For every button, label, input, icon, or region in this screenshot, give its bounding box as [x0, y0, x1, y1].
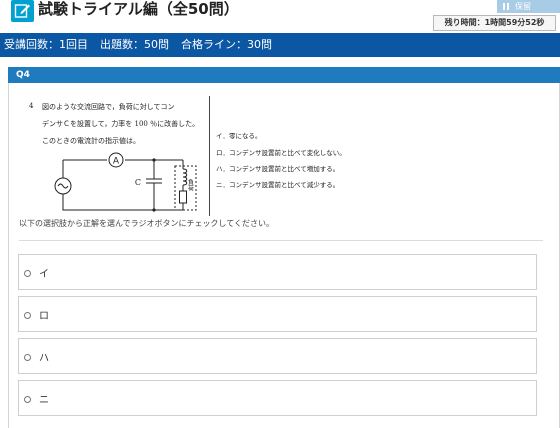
- stem-line-1: 図のような交流回路で，負荷に対してコン: [42, 103, 175, 111]
- figure-choice-c: ハ．コンデンサ設置前と比べて増加する。: [216, 165, 340, 173]
- question-count: 出題数：50問: [100, 38, 169, 51]
- edit-icon: [11, 0, 34, 22]
- figure-choice-b: ロ．コンデンサ設置前と比べて変化しない。: [216, 149, 346, 157]
- answer-option-d[interactable]: ニ: [18, 380, 537, 416]
- exam-info-bar: 受講回数：1回目 出題数：50問 合格ライン：30問: [0, 33, 560, 57]
- page-title: 試験トライアル編（全50問）: [38, 0, 239, 18]
- answer-option-label: ハ: [39, 353, 49, 364]
- figure-number: 4: [29, 102, 34, 110]
- answer-option-label: ニ: [39, 395, 49, 406]
- capacitor-label: C: [135, 178, 141, 187]
- stem-line-2: デンサＣを設置して，力率を 100 ％に改善した。: [42, 120, 200, 128]
- load-label: 負荷: [187, 178, 194, 192]
- answer-option-label: ロ: [39, 311, 49, 322]
- instruction-text: 以下の選択肢から正解を選んでラジオボタンにチェックしてください。: [19, 219, 274, 228]
- figure-choice-d: ニ．コンデンサ設置前と比べて減少する。: [216, 181, 340, 189]
- hold-button[interactable]: 保留: [497, 0, 560, 13]
- pass-line: 合格ライン：30問: [181, 38, 272, 51]
- radio-button[interactable]: [24, 396, 31, 403]
- radio-button[interactable]: [24, 354, 31, 361]
- attempt-count: 受講回数：1回目: [4, 38, 88, 51]
- question-number-bar: Q4: [8, 67, 560, 83]
- header: 試験トライアル編（全50問） 保留 残り時間：1時間59分52秒: [0, 0, 560, 33]
- radio-button[interactable]: [24, 312, 31, 319]
- remaining-time: 残り時間：1時間59分52秒: [433, 15, 556, 31]
- answer-option-b[interactable]: ロ: [18, 296, 537, 332]
- answer-option-c[interactable]: ハ: [18, 338, 537, 374]
- figure-choice-a: イ．零になる。: [216, 132, 262, 140]
- divider: [19, 240, 543, 241]
- ammeter-label: A: [113, 157, 120, 167]
- answer-option-label: イ: [39, 269, 49, 280]
- hold-button-label: 保留: [515, 2, 531, 11]
- radio-button[interactable]: [24, 270, 31, 277]
- question-figure: 4 図のような交流回路で，負荷に対してコン デンサＣを設置して，力率を 100 …: [20, 96, 370, 216]
- circuit-diagram: A C 負荷: [54, 152, 197, 212]
- answer-option-a[interactable]: イ: [18, 254, 537, 290]
- pause-icon: [503, 3, 509, 10]
- stem-line-3: このときの電流計の指示値は。: [42, 137, 140, 145]
